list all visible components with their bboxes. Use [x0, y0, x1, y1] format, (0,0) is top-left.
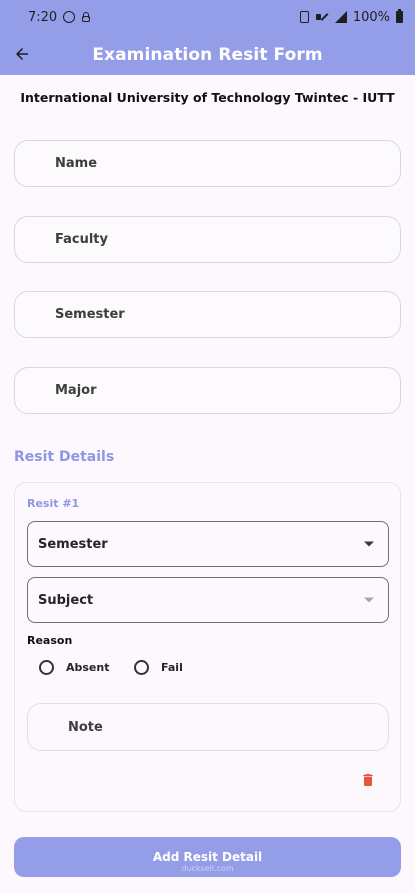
note-field[interactable]: Note	[27, 703, 389, 751]
page-title: Examination Resit Form	[92, 44, 323, 65]
radio-unchecked-icon[interactable]	[134, 660, 149, 675]
nfc-icon	[299, 11, 309, 23]
reason-fail-option[interactable]: Fail	[134, 660, 183, 675]
status-bar: 7:20 100%	[0, 0, 415, 34]
whatsapp-icon	[63, 11, 76, 23]
dropdown-icon	[364, 597, 374, 603]
back-arrow-icon	[16, 48, 28, 60]
faculty-field[interactable]: Faculty	[14, 216, 401, 263]
resit-semester-value: Semester	[38, 536, 108, 552]
resit-item-label: Resit #1	[27, 497, 80, 510]
add-resit-detail-button[interactable]: Add Resit Detail	[14, 837, 401, 877]
resit-subject-value: Subject	[38, 592, 94, 608]
resit-card: Resit #1 Semester Subject Reason Absent …	[14, 482, 401, 812]
semester-field[interactable]: Semester	[14, 291, 401, 338]
resit-semester-select[interactable]: Semester	[27, 521, 389, 567]
name-field[interactable]: Name	[14, 140, 401, 187]
reason-absent-label: Absent	[66, 661, 110, 674]
major-field[interactable]: Major	[14, 367, 401, 414]
radio-unchecked-icon[interactable]	[39, 660, 54, 675]
reason-absent-option[interactable]: Absent	[39, 660, 109, 675]
delete-resit-button[interactable]	[360, 771, 376, 789]
dropdown-icon	[364, 541, 374, 547]
delete-icon	[363, 774, 373, 786]
status-time: 7:20	[28, 9, 58, 25]
battery-icon	[396, 9, 403, 23]
organization-title: International University of Technology T…	[20, 90, 395, 105]
app-bar: Examination Resit Form	[0, 34, 415, 75]
signal-icon	[333, 11, 347, 23]
battery-text: 100%	[352, 9, 390, 25]
resit-subject-select[interactable]: Subject	[27, 577, 389, 623]
reason-label: Reason	[27, 634, 73, 647]
reason-fail-label: Fail	[161, 661, 183, 674]
resit-details-title: Resit Details	[14, 449, 115, 465]
mute-icon	[315, 11, 327, 23]
back-button[interactable]	[10, 42, 34, 66]
status-right: 100%	[299, 9, 403, 25]
lock-icon	[81, 12, 91, 22]
status-left: 7:20	[28, 10, 91, 25]
